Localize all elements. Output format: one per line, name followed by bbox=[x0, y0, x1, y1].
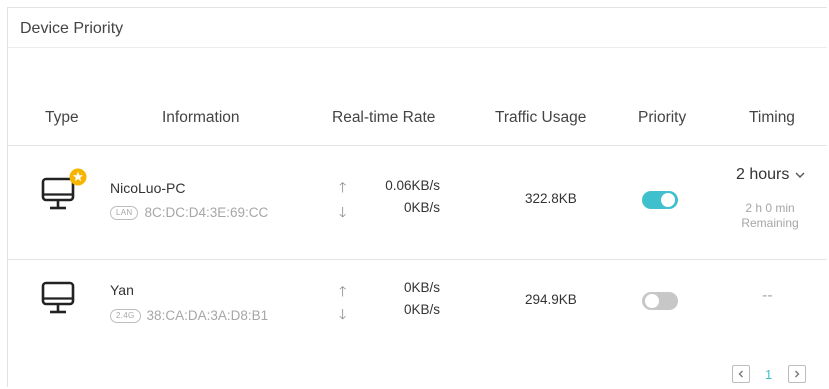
column-header-information: Information bbox=[162, 109, 240, 126]
column-header-rate: Real-time Rate bbox=[332, 109, 436, 126]
mac-address: 38:CA:DA:3A:D8:B1 bbox=[146, 308, 269, 323]
upload-rate: 0.06KB/s bbox=[385, 178, 440, 193]
priority-toggle[interactable] bbox=[642, 191, 678, 209]
device-name: Yan bbox=[110, 282, 134, 298]
priority-toggle[interactable] bbox=[642, 292, 678, 310]
timing-select[interactable]: 2 hours bbox=[736, 166, 805, 184]
remaining-time: 2 h 0 min bbox=[745, 201, 795, 215]
page-number[interactable]: 1 bbox=[765, 367, 772, 382]
traffic-usage: 322.8KB bbox=[525, 191, 577, 206]
desktop-monitor-icon bbox=[41, 278, 81, 323]
timing-empty: -- bbox=[762, 287, 773, 304]
chevron-right-icon bbox=[795, 370, 800, 378]
column-header-usage: Traffic Usage bbox=[495, 109, 587, 126]
timing-remaining: 2 h 0 min Remaining bbox=[730, 201, 810, 231]
device-name: NicoLuo-PC bbox=[110, 180, 186, 196]
connection-badge: 2.4G bbox=[110, 308, 141, 323]
column-header-priority: Priority bbox=[638, 109, 687, 126]
timing-value: 2 hours bbox=[736, 166, 790, 183]
chevron-down-icon bbox=[795, 172, 805, 179]
download-arrow-icon: 🡓 bbox=[339, 306, 347, 322]
column-header-timing: Timing bbox=[749, 109, 795, 126]
toggle-knob bbox=[661, 193, 675, 207]
title-divider bbox=[8, 47, 827, 48]
device-priority-panel: Device Priority Type Information Real-ti… bbox=[7, 7, 827, 387]
connection-badge: LAN bbox=[110, 205, 139, 220]
next-page-button[interactable] bbox=[788, 365, 806, 383]
upload-arrow-icon: 🡑 bbox=[339, 179, 347, 195]
download-arrow-icon: 🡓 bbox=[339, 204, 347, 220]
toggle-knob bbox=[645, 294, 659, 308]
upload-arrow-icon: 🡑 bbox=[339, 283, 347, 299]
download-rate: 0KB/s bbox=[403, 302, 440, 317]
download-rate: 0KB/s bbox=[403, 200, 440, 215]
header-divider bbox=[8, 145, 827, 146]
chevron-left-icon bbox=[738, 370, 743, 378]
prev-page-button[interactable] bbox=[732, 365, 750, 383]
upload-rate: 0KB/s bbox=[403, 280, 440, 295]
star-badge-icon bbox=[69, 168, 87, 191]
column-header-type: Type bbox=[45, 109, 79, 126]
remaining-label: Remaining bbox=[741, 216, 799, 230]
panel-title: Device Priority bbox=[20, 20, 124, 37]
traffic-usage: 294.9KB bbox=[525, 292, 577, 307]
mac-address: 8C:DC:D4:3E:69:CC bbox=[144, 205, 269, 220]
device-connection-info: LAN 8C:DC:D4:3E:69:CC bbox=[110, 205, 268, 220]
device-connection-info: 2.4G 38:CA:DA:3A:D8:B1 bbox=[110, 308, 268, 323]
row-divider bbox=[8, 259, 827, 260]
